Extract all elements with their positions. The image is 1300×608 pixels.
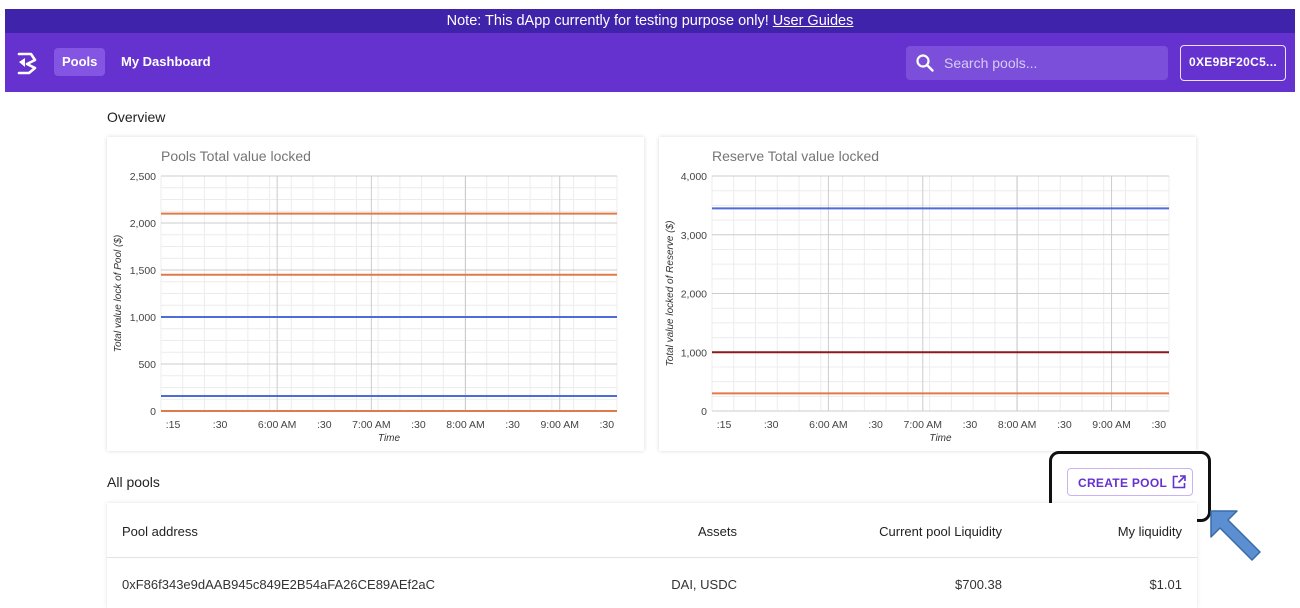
x-tick-label: 8:00 AM <box>998 419 1037 431</box>
y-tick-label: 4,000 <box>681 171 707 183</box>
x-tick-label: 8:00 AM <box>446 419 485 431</box>
x-tick-label: 7:00 AM <box>352 419 391 431</box>
x-tick-label: :30 <box>213 419 228 431</box>
pools-tvl-chart: Pools Total value locked 0 500 1,000 1,500 2,… <box>113 148 618 444</box>
x-tick-label: :30 <box>1057 419 1072 431</box>
x-tick-label: :30 <box>764 419 779 431</box>
search-icon <box>916 54 934 72</box>
assets-cell: DAI, USDC <box>671 577 737 592</box>
search-input[interactable] <box>944 46 1159 80</box>
table-row[interactable]: 0xF86f343e9dAAB945c849E2B54aFA26CE89AEf2… <box>107 559 1197 608</box>
x-tick-label: :30 <box>1151 419 1166 431</box>
x-tick-label: 7:00 AM <box>904 419 943 431</box>
y-tick-label: 1,000 <box>681 347 707 359</box>
y-tick-label: 2,000 <box>130 218 156 230</box>
chart-title: Reserve Total value locked <box>712 148 879 164</box>
open-external-icon <box>1172 475 1186 489</box>
x-tick-label: :30 <box>868 419 883 431</box>
wallet-address-button[interactable]: 0XE9BF20C5... <box>1180 45 1286 81</box>
notice-text: Note: This dApp currently for testing pu… <box>446 13 769 29</box>
y-tick-label: 2,500 <box>130 171 156 183</box>
x-tick-label: 6:00 AM <box>258 419 297 431</box>
x-tick-label: 9:00 AM <box>1092 419 1131 431</box>
pools-table: Pool address Assets Current pool Liquidi… <box>107 503 1197 608</box>
col-assets[interactable]: Assets <box>698 524 737 539</box>
x-tick-label: :30 <box>599 419 614 431</box>
x-tick-label: 6:00 AM <box>809 419 848 431</box>
col-my-liquidity[interactable]: My liquidity <box>1118 524 1182 539</box>
table-header: Pool address Assets Current pool Liquidi… <box>107 503 1197 558</box>
all-pools-heading: All pools <box>107 474 160 490</box>
nav-dashboard-tab[interactable]: My Dashboard <box>121 48 211 76</box>
x-tick-label: :15 <box>166 419 181 431</box>
x-tick-label: :30 <box>963 419 978 431</box>
notice-banner: Note: This dApp currently for testing pu… <box>5 9 1295 33</box>
x-tick-label: :15 <box>717 419 732 431</box>
liquidity-cell: $700.38 <box>955 577 1002 592</box>
reserve-tvl-chart-card: Reserve Total value locked 0 1,000 2,000 3,0… <box>659 137 1196 451</box>
y-tick-label: 0 <box>150 406 156 418</box>
chart-title: Pools Total value locked <box>161 148 311 164</box>
create-pool-label: CREATE POOL <box>1078 476 1168 490</box>
app-logo-icon[interactable] <box>15 50 39 76</box>
y-tick-label: 3,000 <box>681 230 707 242</box>
x-axis-label: Time <box>929 433 952 444</box>
y-tick-label: 0 <box>701 406 707 418</box>
y-tick-label: 1,000 <box>130 312 156 324</box>
x-tick-label: :30 <box>411 419 426 431</box>
pools-tvl-chart-card: Pools Total value locked 0 500 1,000 1,500 2,… <box>107 137 644 451</box>
user-guides-link[interactable]: User Guides <box>773 13 854 29</box>
x-tick-label: :30 <box>505 419 520 431</box>
annotation-arrow-icon <box>1210 510 1261 561</box>
reserve-tvl-chart: Reserve Total value locked 0 1,000 2,000 3,0… <box>665 148 1170 444</box>
y-tick-label: 500 <box>138 359 156 371</box>
create-pool-button[interactable]: CREATE POOL <box>1067 468 1193 496</box>
y-axis-label: Total value lock of Pool ($) <box>113 235 124 352</box>
y-axis-label: Total value locked of Reserve ($) <box>665 221 676 367</box>
y-tick-label: 2,000 <box>681 289 707 301</box>
col-current-liquidity[interactable]: Current pool Liquidity <box>879 524 1002 539</box>
x-axis-label: Time <box>378 433 401 444</box>
x-tick-label: :30 <box>317 419 332 431</box>
nav-pools-tab[interactable]: Pools <box>54 48 106 76</box>
col-pool-address[interactable]: Pool address <box>122 524 198 539</box>
app-bar: Pools My Dashboard 0XE9BF20C5... <box>5 33 1295 92</box>
x-tick-label: 9:00 AM <box>540 419 579 431</box>
y-tick-label: 1,500 <box>130 265 156 277</box>
overview-heading: Overview <box>107 109 166 125</box>
my-liquidity-cell: $1.01 <box>1149 577 1182 592</box>
search-box[interactable] <box>906 46 1168 80</box>
pool-address-cell: 0xF86f343e9dAAB945c849E2B54aFA26CE89AEf2… <box>122 577 435 592</box>
